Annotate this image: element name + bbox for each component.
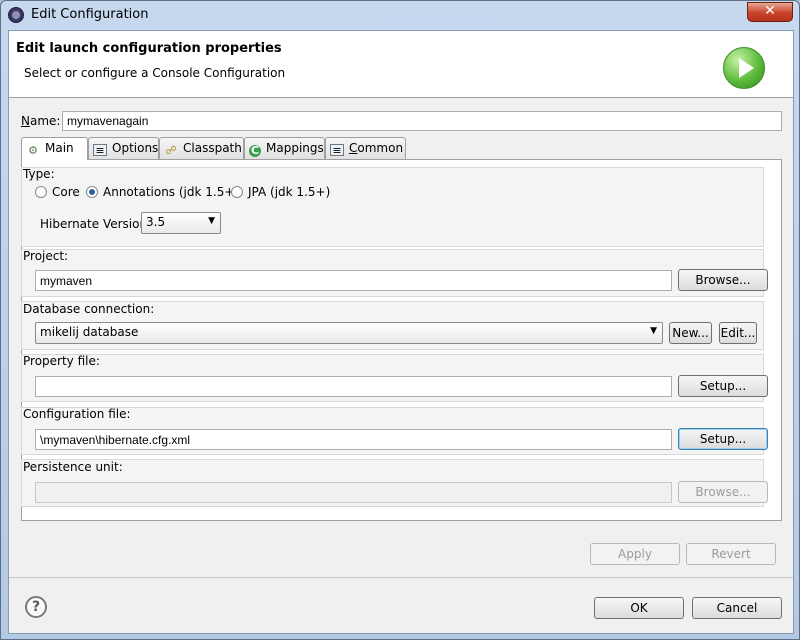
tab-common[interactable]: ≡ Common xyxy=(325,137,406,159)
radio-annotations-circle xyxy=(86,186,98,198)
radio-core[interactable]: Core xyxy=(35,185,80,199)
tab-options[interactable]: ≡ Options xyxy=(88,137,159,159)
database-new-button[interactable]: New... xyxy=(669,322,712,344)
classpath-tab-icon: ☍ xyxy=(165,144,177,157)
persistence-label: Persistence unit: xyxy=(23,460,123,474)
database-edit-button[interactable]: Edit... xyxy=(719,322,757,344)
config-file-label: Configuration file: xyxy=(23,407,131,421)
close-icon: ✕ xyxy=(764,3,776,19)
eclipse-icon xyxy=(8,7,24,23)
project-label: Project: xyxy=(23,249,69,263)
name-label: Name: xyxy=(21,114,61,128)
ok-button[interactable]: OK xyxy=(594,597,684,619)
radio-core-circle xyxy=(35,186,47,198)
revert-button[interactable]: Revert xyxy=(686,543,776,565)
config-file-setup-button[interactable]: Setup... xyxy=(678,428,768,450)
database-connection-select[interactable]: mikelij database ▼ xyxy=(35,322,663,344)
config-file-input[interactable] xyxy=(35,429,672,450)
common-tab-icon: ≡ xyxy=(330,144,344,157)
property-file-label: Property file: xyxy=(23,354,100,368)
chevron-down-icon: ▼ xyxy=(208,216,215,226)
tab-classpath[interactable]: ☍ Classpath xyxy=(159,137,244,159)
chevron-down-icon: ▼ xyxy=(650,326,657,336)
dialog-header: Edit launch configuration properties Sel… xyxy=(9,31,793,98)
persistence-browse-button: Browse... xyxy=(678,481,768,503)
header-title: Edit launch configuration properties xyxy=(16,41,282,56)
tab-main[interactable]: ⚙ Main xyxy=(21,137,88,160)
dialog-window: Edit Configuration ✕ Edit launch configu… xyxy=(0,0,800,640)
main-tab-icon: ⚙ xyxy=(28,144,38,157)
header-subtitle: Select or configure a Console Configurat… xyxy=(24,66,286,80)
apply-button[interactable]: Apply xyxy=(590,543,680,565)
help-icon[interactable]: ? xyxy=(25,596,47,618)
radio-annotations[interactable]: Annotations (jdk 1.5+) xyxy=(86,185,239,199)
project-browse-button[interactable]: Browse... xyxy=(678,269,768,291)
property-file-input[interactable] xyxy=(35,376,672,397)
cancel-button[interactable]: Cancel xyxy=(692,597,782,619)
project-input[interactable] xyxy=(35,270,672,291)
dialog-client-area: Edit launch configuration properties Sel… xyxy=(8,30,794,634)
options-tab-icon: ≡ xyxy=(93,144,107,157)
footer-separator xyxy=(9,577,793,578)
type-label: Type: xyxy=(23,167,55,181)
name-input[interactable] xyxy=(62,111,782,131)
persistence-input xyxy=(35,482,672,503)
run-icon xyxy=(723,47,765,89)
hibernate-version-select[interactable]: 3.5 ▼ xyxy=(141,212,221,234)
window-title: Edit Configuration xyxy=(31,7,149,22)
close-button[interactable]: ✕ xyxy=(747,2,793,22)
title-bar[interactable]: Edit Configuration ✕ xyxy=(1,1,799,29)
property-file-setup-button[interactable]: Setup... xyxy=(678,375,768,397)
mappings-tab-icon: C xyxy=(249,144,261,157)
tab-mappings[interactable]: C Mappings xyxy=(244,137,325,159)
radio-jpa-circle xyxy=(231,186,243,198)
radio-jpa[interactable]: JPA (jdk 1.5+) xyxy=(231,185,330,199)
type-group xyxy=(21,167,764,247)
hibernate-version-label: Hibernate Version: xyxy=(40,217,152,231)
database-label: Database connection: xyxy=(23,302,155,316)
